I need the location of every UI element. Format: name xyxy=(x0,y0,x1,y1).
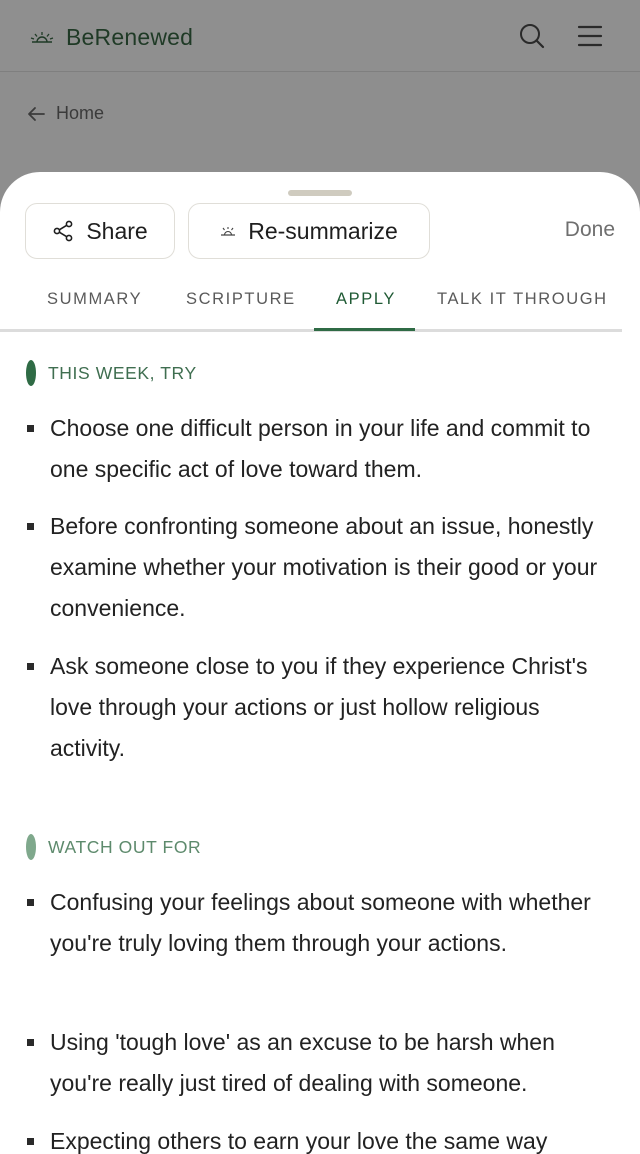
section-watch-out-for: WATCH OUT FOR xyxy=(26,834,201,860)
list-item: Before confronting someone about an issu… xyxy=(50,513,598,621)
bullet-icon xyxy=(27,1138,34,1145)
bullet-icon xyxy=(27,1039,34,1046)
share-icon xyxy=(53,220,73,242)
bullet-icon xyxy=(27,425,34,432)
sheet-grabber[interactable] xyxy=(288,190,352,196)
tab-active-indicator xyxy=(314,328,415,331)
section-title: WATCH OUT FOR xyxy=(48,836,202,857)
tab-scripture[interactable]: SCRIPTURE xyxy=(186,290,296,309)
breadcrumb-label: Home xyxy=(56,103,105,123)
sunrise-icon xyxy=(30,32,54,43)
tab-talk-it-through[interactable]: TALK IT THROUGH xyxy=(437,290,608,309)
section-this-week-try: THIS WEEK, TRY xyxy=(26,360,197,386)
list-item: Expecting others to earn your love the s… xyxy=(50,1128,548,1154)
tab-divider xyxy=(0,329,622,332)
list-item: Using 'tough love' as an excuse to be ha… xyxy=(50,1029,555,1096)
list-item: Ask someone close to you if they experie… xyxy=(50,653,588,761)
list-item: Choose one difficult person in your life… xyxy=(50,415,591,482)
sunrise-icon xyxy=(221,227,236,236)
bullet-icon xyxy=(27,523,34,530)
share-label: Share xyxy=(86,217,148,244)
brand[interactable]: BeRenewed xyxy=(30,22,193,52)
bullet-icon xyxy=(27,899,34,906)
resummarize-button[interactable]: Re-summarize xyxy=(188,203,430,259)
app-header: BeRenewed xyxy=(0,0,640,72)
leaf-icon xyxy=(26,360,36,386)
bullet-icon xyxy=(27,663,34,670)
share-button[interactable]: Share xyxy=(25,203,175,259)
arrow-left-icon xyxy=(28,106,45,121)
done-button[interactable]: Done xyxy=(565,218,615,242)
leaf-icon xyxy=(26,834,36,860)
breadcrumb-home[interactable]: Home xyxy=(26,103,104,124)
menu-icon[interactable] xyxy=(576,22,604,50)
section-title: THIS WEEK, TRY xyxy=(48,362,197,383)
tab-bar: SUMMARY SCRIPTURE APPLY TALK IT THROUGH xyxy=(0,278,640,332)
list-item: Confusing your feelings about someone wi… xyxy=(50,889,591,956)
tab-summary[interactable]: SUMMARY xyxy=(47,290,142,309)
search-icon[interactable] xyxy=(518,22,546,50)
summary-sheet: Share Re-summarize Done SUMMARY SCRIPTUR… xyxy=(0,172,640,1154)
brand-name: BeRenewed xyxy=(66,23,194,50)
tab-apply[interactable]: APPLY xyxy=(336,290,396,309)
resummarize-label: Re-summarize xyxy=(248,217,398,244)
